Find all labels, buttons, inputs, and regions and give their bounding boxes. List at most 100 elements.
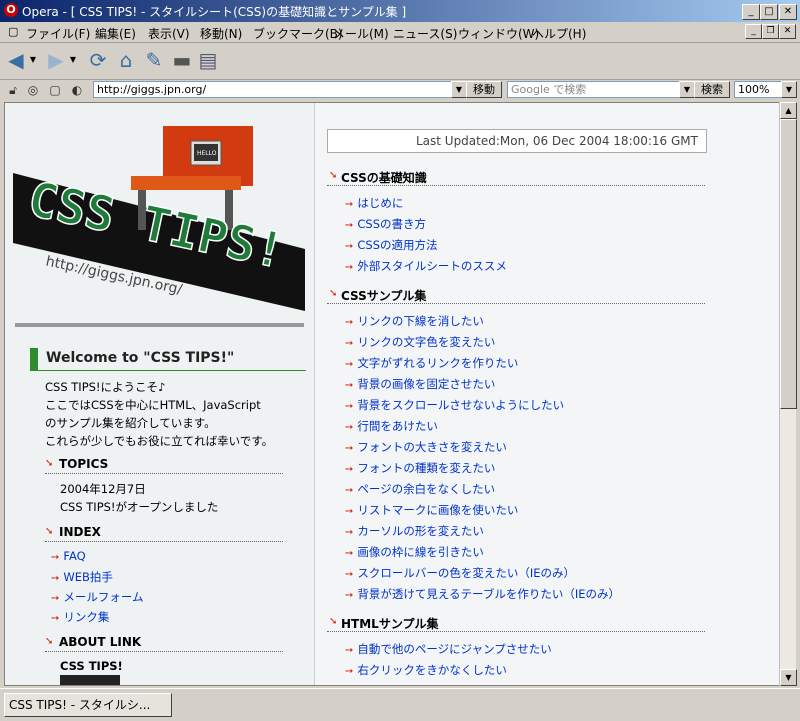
forward-dropdown-icon[interactable]: ▼ [68, 49, 78, 71]
menu-window[interactable]: ウィンドウ(W) [458, 25, 539, 42]
scroll-down-button[interactable]: ▼ [780, 669, 797, 686]
link-arrow-icon: ➙ [51, 552, 60, 563]
opera-logo-icon: O [4, 3, 18, 17]
window-title: Opera - [ CSS TIPS! - スタイルシート(CSS)の基礎知識と… [22, 5, 407, 19]
close-button[interactable]: ✕ [779, 4, 797, 20]
last-updated-box: Last Updated:Mon, 06 Dec 2004 18:00:16 G… [327, 129, 707, 153]
menu-bookmarks[interactable]: ブックマーク(B) [253, 25, 343, 42]
search-input[interactable]: Google で検索 [507, 81, 685, 98]
article-link[interactable]: ➙ リンクの下線を消したい [345, 313, 484, 329]
intro-text: CSS TIPS!にようこそ♪ [45, 380, 166, 394]
link-arrow-icon: ➙ [345, 464, 354, 475]
link-arrow-icon: ➙ [345, 338, 354, 349]
intro-text: ここではCSSを中心にHTML、JavaScript [45, 398, 261, 412]
article-link[interactable]: ➙ CSSの適用方法 [345, 237, 438, 253]
arrow-icon: ➘ [329, 170, 338, 181]
search-engine-dropdown[interactable]: ▼ [679, 81, 695, 98]
back-dropdown-icon[interactable]: ▼ [28, 49, 38, 71]
article-link[interactable]: ➙ 背景が透けて見えるテーブルを作りたい（IEのみ） [345, 586, 620, 602]
article-link[interactable]: ➙ フォントの大きさを変えたい [345, 439, 507, 455]
home-icon[interactable]: ⌂ [114, 49, 138, 71]
link-arrow-icon: ➙ [345, 422, 354, 433]
right-column: Last Updated:Mon, 06 Dec 2004 18:00:16 G… [315, 103, 779, 685]
link-arrow-icon: ➙ [345, 262, 354, 273]
forward-icon[interactable]: ▶ [44, 49, 68, 71]
article-link[interactable]: ➙ はじめに [345, 195, 403, 211]
link-arrow-icon: ➙ [345, 443, 354, 454]
print-icon[interactable]: ▬ [170, 49, 194, 71]
hotlist-icon[interactable]: ✎ [142, 49, 166, 71]
search-button[interactable]: 検索 [694, 81, 730, 98]
link-arrow-icon: ➙ [345, 199, 354, 210]
article-link[interactable]: ➙ カーソルの形を変えたい [345, 523, 484, 539]
mdi-minimize-button[interactable]: _ [745, 24, 762, 39]
go-button[interactable]: 移動 [466, 81, 502, 98]
cookie-icon[interactable]: ◎ [26, 83, 40, 97]
index-link[interactable]: ➙ リンク集 [51, 609, 109, 625]
back-icon[interactable]: ◀ [4, 49, 28, 71]
mdi-close-button[interactable]: ✕ [779, 24, 796, 39]
url-history-dropdown[interactable]: ▼ [451, 81, 467, 98]
index-link[interactable]: ➙ メールフォーム [51, 589, 144, 605]
css-tips-logo[interactable]: HELLO CSS TIPS! http://giggs.jpn.org/ [13, 121, 305, 321]
menu-navigate[interactable]: 移動(N) [200, 25, 242, 42]
index-link[interactable]: ➙ WEB拍手 [51, 569, 113, 585]
link-arrow-icon: ➙ [345, 548, 354, 559]
article-link[interactable]: ➙ ページの余白をなくしたい [345, 481, 495, 497]
article-link[interactable]: ➙ CSSの書き方 [345, 216, 426, 232]
article-link[interactable]: ➙ 背景をスクロールさせないようにしたい [345, 397, 564, 413]
link-arrow-icon: ➙ [345, 569, 354, 580]
link-arrow-icon: ➙ [51, 613, 60, 624]
article-link[interactable]: ➙ 外部スタイルシートのススメ [345, 258, 507, 274]
scroll-up-button[interactable]: ▲ [780, 102, 797, 119]
link-arrow-icon: ➙ [345, 241, 354, 252]
welcome-heading: Welcome to "CSS TIPS!" [30, 348, 306, 371]
index-link[interactable]: ➙ FAQ [51, 549, 86, 563]
link-arrow-icon: ➙ [345, 590, 354, 601]
article-link[interactable]: ➙ 自動で他のページにジャンプさせたい [345, 641, 552, 657]
url-input[interactable]: http://giggs.jpn.org/ [93, 81, 467, 98]
left-column: HELLO CSS TIPS! http://giggs.jpn.org/ We… [5, 103, 315, 685]
reload-icon[interactable]: ⟳ [86, 49, 110, 71]
link-arrow-icon: ➙ [345, 317, 354, 328]
section-title: CSSの基礎知識 [341, 171, 427, 185]
menu-file[interactable]: ファイル(F) [26, 25, 90, 42]
arrow-icon: ➘ [45, 526, 54, 537]
scroll-thumb[interactable] [780, 119, 797, 409]
article-link[interactable]: ➙ 文字がずれるリンクを作りたい [345, 355, 518, 371]
article-link[interactable]: ➙ スクロールバーの色を変えたい（IEのみ） [345, 565, 575, 581]
topics-date: 2004年12月7日 [60, 482, 146, 496]
article-link[interactable]: ➙ フォントの種類を変えたい [345, 460, 495, 476]
menu-news[interactable]: ニュース(S) [393, 25, 457, 42]
menu-edit[interactable]: 編集(E) [95, 25, 136, 42]
article-link[interactable]: ➙ 画像の枠に線を引きたい [345, 544, 484, 560]
zoom-input[interactable]: 100% [734, 81, 784, 98]
intro-text: これらが少しでもお役に立てれば幸いです。 [45, 434, 274, 448]
minimize-button[interactable]: _ [742, 4, 760, 20]
user-icon[interactable]: ◐ [70, 83, 84, 97]
security-lock-icon[interactable]: 🔓︎ [6, 83, 20, 97]
article-link[interactable]: ➙ リストマークに画像を使いたい [345, 502, 518, 518]
section-title: ABOUT LINK [59, 635, 142, 649]
page-tab[interactable]: CSS TIPS! - スタイルシ... [4, 693, 172, 717]
maximize-button[interactable]: □ [760, 4, 778, 20]
new-page-icon[interactable]: ▤ [196, 49, 220, 71]
article-link[interactable]: ➙ 右クリックをきかなくしたい [345, 662, 507, 678]
page-info-icon[interactable]: ▢ [48, 83, 62, 97]
article-link[interactable]: ➙ 行間をあけたい [345, 418, 438, 434]
topics-text: CSS TIPS!がオープンしました [60, 500, 219, 514]
link-arrow-icon: ➙ [345, 380, 354, 391]
zoom-dropdown[interactable]: ▼ [781, 81, 797, 98]
page-icon: ▢ [8, 25, 19, 38]
vertical-scrollbar[interactable]: ▲ ▼ [779, 102, 797, 686]
menu-help[interactable]: ヘルプ(H) [532, 25, 586, 42]
menu-mail[interactable]: メール(M) [333, 25, 389, 42]
article-link[interactable]: ➙ リンクの文字色を変えたい [345, 334, 495, 350]
about-link-heading: ➘ ABOUT LINK [45, 635, 283, 652]
article-link[interactable]: ➙ 背景の画像を固定させたい [345, 376, 495, 392]
menu-view[interactable]: 表示(V) [148, 25, 190, 42]
arrow-icon: ➘ [45, 636, 54, 647]
about-site-name: CSS TIPS! [60, 659, 123, 673]
banner-image[interactable] [60, 675, 120, 685]
mdi-restore-button[interactable]: ❐ [762, 24, 779, 39]
